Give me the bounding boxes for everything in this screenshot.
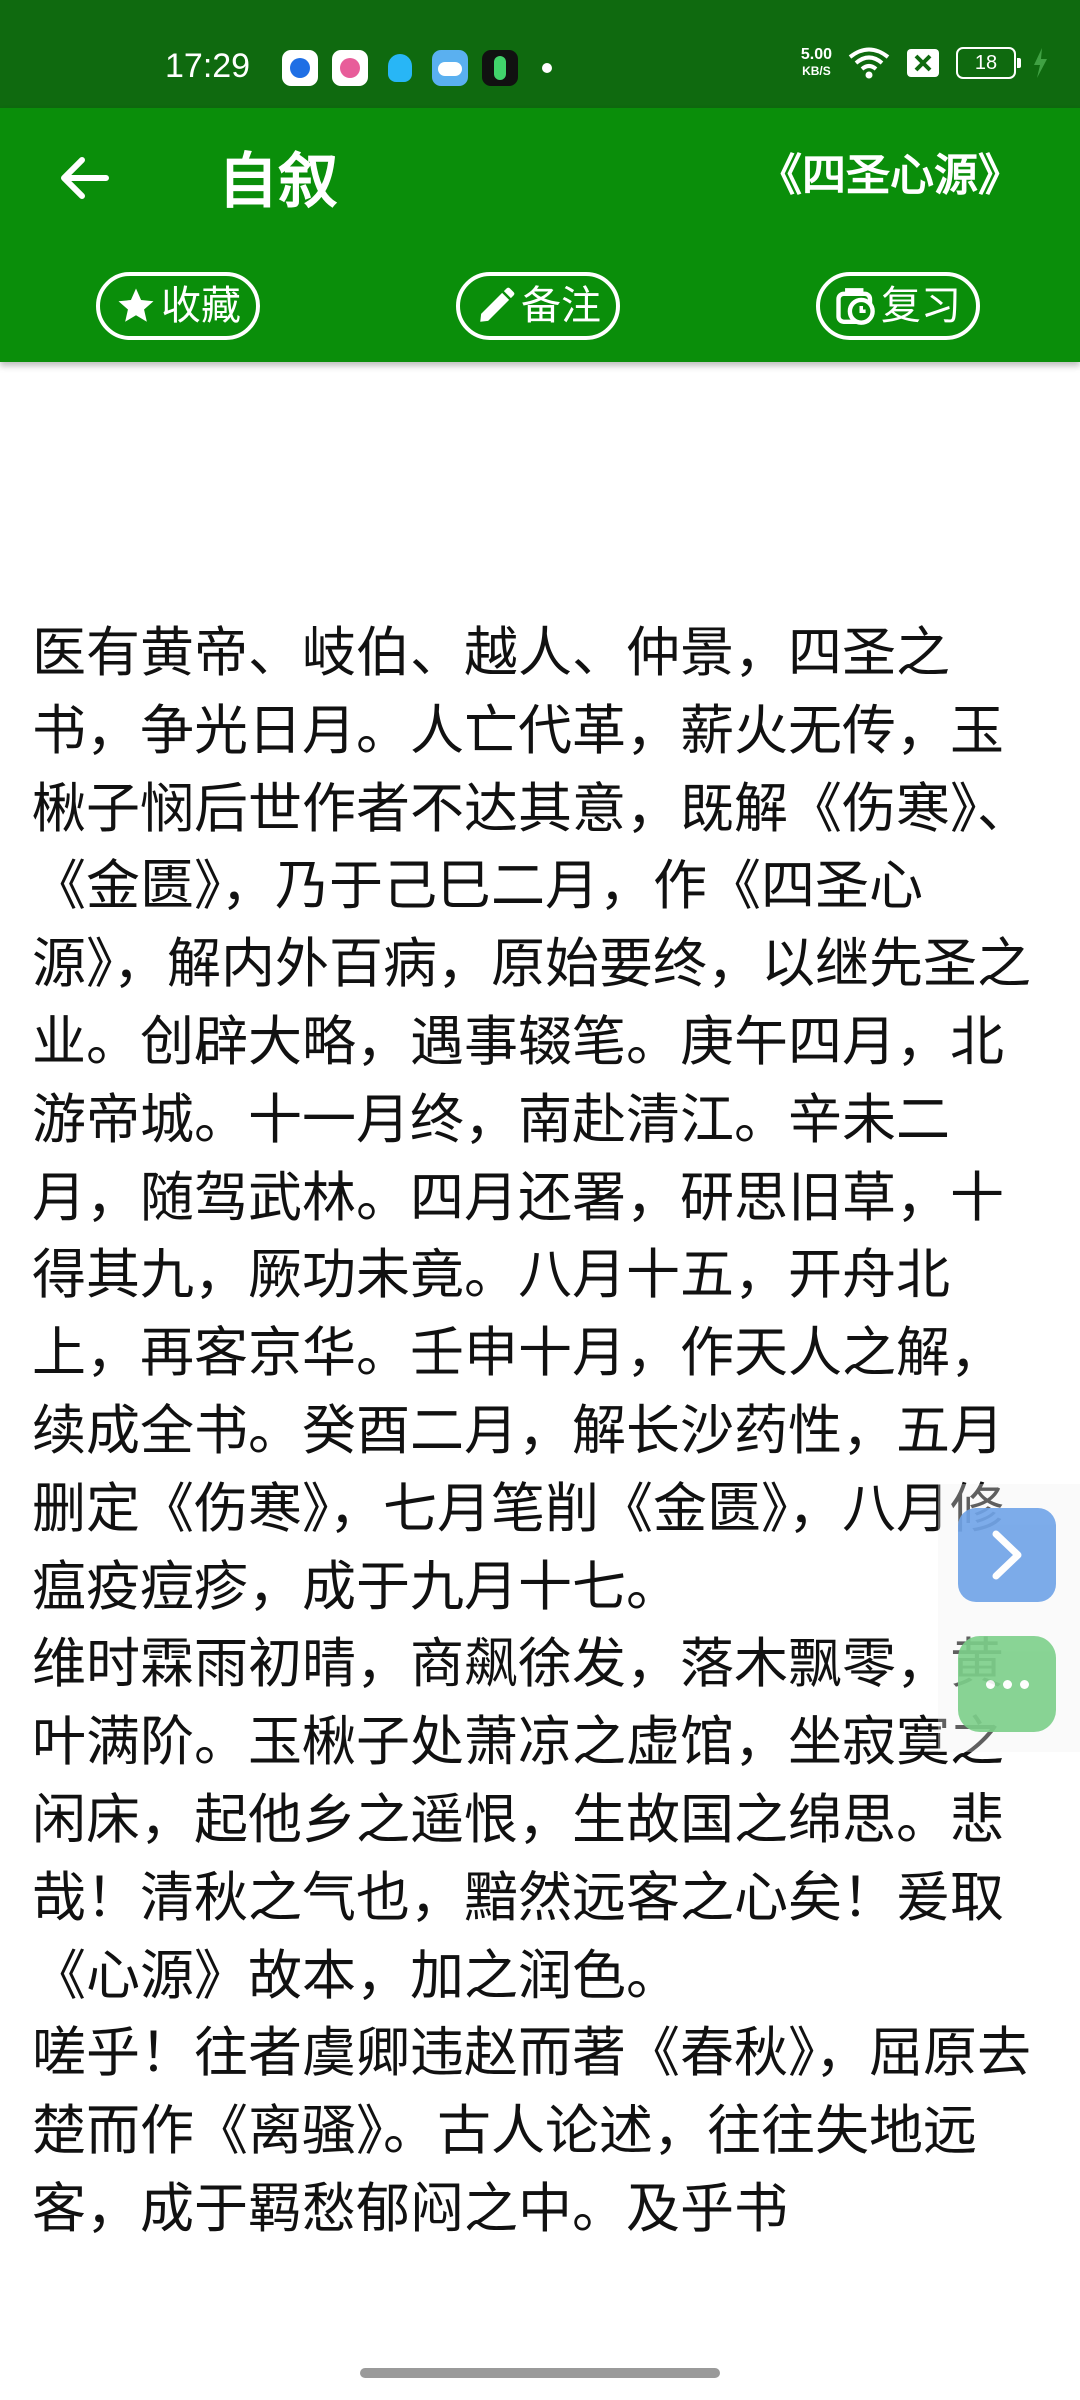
notification-app-icon-5 [482,50,518,86]
paragraph-3: 嗟乎！往者虞卿违赵而著《春秋》，屈原去楚而作《离骚》。古人论述，往往失地远客，成… [32,2021,1031,2240]
review-label: 复习 [881,283,961,329]
star-icon [118,288,154,322]
status-indicators: 5.00 KB/S 18 [801,46,1048,80]
notification-app-icon-1 [282,50,318,86]
no-sim-icon [907,49,939,77]
review-button[interactable]: 复习 [816,272,980,340]
more-options-button[interactable] [958,1636,1056,1732]
more-notifications-dot [542,63,552,73]
gesture-nav-handle[interactable] [360,2368,720,2378]
net-speed: 5.00 KB/S [800,46,832,79]
status-time: 17:29 [165,47,251,85]
note-button[interactable]: 备注 [456,272,620,340]
notification-app-icon-2 [332,50,368,86]
battery-indicator: 18 [956,47,1021,79]
status-bar: 17:29 5.00 KB/S 18 [0,0,1080,108]
arrow-left-icon [61,157,109,199]
favorite-button[interactable]: 收藏 [96,272,260,340]
article-content[interactable]: 医有黄帝、岐伯、越人、仲景，四圣之书，争光日月。人亡代革，薪火无传，玉楸子悯后世… [32,614,1056,2352]
next-chapter-button[interactable] [958,1508,1056,1602]
weather-icon [432,50,468,86]
chevron-right-icon [992,1530,1022,1580]
notification-icons [282,50,552,86]
pencil-icon [480,287,515,322]
paragraph-1: 医有黄帝、岐伯、越人、仲景，四圣之书，争光日月。人亡代革，薪火无传，玉楸子悯后世… [32,621,1031,1618]
book-title[interactable]: 《四圣心源》 [758,148,1022,204]
qq-icon [382,50,418,86]
more-dots-icon [986,1680,1029,1689]
back-button[interactable] [52,146,116,210]
charging-icon [1034,48,1047,78]
page-title: 自叙 [218,147,338,217]
note-label: 备注 [521,283,601,329]
clock-bag-icon [836,288,875,325]
app-bar: 自叙 《四圣心源》 收藏 备注 复习 [0,108,1080,362]
favorite-label: 收藏 [161,283,241,329]
wifi-icon [848,47,890,79]
paragraph-2: 维时霖雨初晴，商飙徐发，落木飘零，黄叶满阶。玉楸子处萧凉之虚馆，坐寂寞之闲床，起… [32,1632,1004,2007]
